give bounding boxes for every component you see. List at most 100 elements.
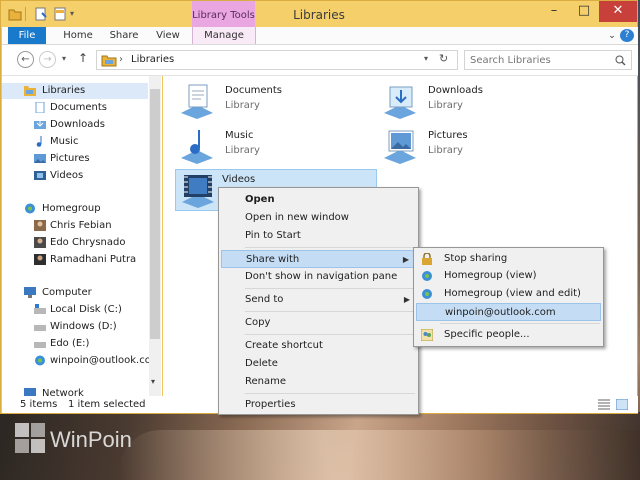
watermark-text: WinPoin bbox=[50, 427, 132, 452]
menu-item-copy[interactable]: Copy bbox=[221, 314, 416, 332]
menu-item-delete[interactable]: Delete bbox=[221, 355, 416, 373]
tab-share[interactable]: Share bbox=[104, 27, 144, 44]
menu-item-rename[interactable]: Rename bbox=[221, 373, 416, 391]
library-type: Library bbox=[225, 145, 260, 156]
menu-item-share-account[interactable]: winpoin@outlook.com bbox=[416, 303, 601, 321]
help-icon[interactable]: ? bbox=[620, 29, 634, 42]
menu-item-open[interactable]: Open bbox=[221, 191, 416, 209]
nav-label: Edo Chrysnado bbox=[50, 237, 126, 248]
expand-ribbon-icon[interactable]: ⌄ bbox=[606, 27, 618, 44]
nav-label: Ramadhani Putra bbox=[50, 254, 137, 265]
menu-item-homegroup-view[interactable]: Homegroup (view) bbox=[416, 267, 601, 285]
menu-separator bbox=[440, 323, 600, 324]
library-downloads[interactable]: Downloads Library bbox=[370, 81, 570, 121]
search-box bbox=[464, 50, 632, 70]
downloads-library-icon bbox=[384, 86, 416, 119]
videos-icon bbox=[34, 171, 46, 180]
menu-label: Send to bbox=[245, 294, 284, 305]
nav-label: Videos bbox=[50, 170, 84, 181]
nav-label: winpoin@outlook.com bbox=[50, 355, 161, 366]
library-name: Videos bbox=[222, 174, 256, 185]
address-bar[interactable]: › Libraries ▾ ↻ bbox=[96, 50, 458, 70]
music-library-icon bbox=[181, 130, 213, 164]
nav-label: Local Disk (C:) bbox=[50, 304, 122, 315]
library-name: Downloads bbox=[428, 85, 483, 96]
menu-item-share-with[interactable]: Share with ▶ bbox=[221, 250, 416, 268]
menu-item-stop-sharing[interactable]: Stop sharing bbox=[416, 250, 601, 268]
homegroup-icon bbox=[422, 271, 432, 281]
documents-icon bbox=[35, 102, 45, 113]
windows-drive-icon bbox=[34, 304, 46, 314]
winpoin-logo-icon bbox=[15, 423, 45, 453]
library-name: Music bbox=[225, 130, 254, 141]
breadcrumb-libraries[interactable]: Libraries bbox=[131, 54, 174, 65]
menu-separator bbox=[245, 334, 415, 335]
pictures-icon bbox=[34, 154, 46, 163]
menu-item-properties[interactable]: Properties bbox=[221, 396, 416, 414]
library-pictures[interactable]: Pictures Library bbox=[370, 126, 570, 166]
breadcrumb-separator: › bbox=[119, 54, 123, 65]
details-view-icon[interactable] bbox=[598, 399, 610, 410]
nav-scrollbar-thumb[interactable] bbox=[150, 89, 160, 339]
people-icon bbox=[421, 329, 433, 341]
close-button[interactable]: ✕ bbox=[599, 1, 637, 22]
search-input[interactable] bbox=[465, 51, 610, 69]
menu-label: Stop sharing bbox=[444, 253, 508, 264]
user-avatar-icon bbox=[34, 220, 46, 231]
menu-separator bbox=[245, 393, 415, 394]
large-icons-view-icon[interactable] bbox=[616, 399, 628, 410]
nav-label: Pictures bbox=[50, 153, 90, 164]
nav-label: Chris Febian bbox=[50, 220, 112, 231]
menu-item-specific-people[interactable]: Specific people... bbox=[416, 326, 601, 344]
refresh-icon[interactable]: ↻ bbox=[439, 52, 448, 65]
search-icon[interactable] bbox=[615, 55, 626, 66]
forward-icon[interactable]: → bbox=[39, 51, 56, 68]
menu-label: Share with bbox=[246, 254, 300, 265]
menu-item-create-shortcut[interactable]: Create shortcut bbox=[221, 337, 416, 355]
network-icon bbox=[24, 388, 36, 396]
wallpaper-highlight bbox=[120, 430, 640, 480]
nav-label: Downloads bbox=[50, 119, 105, 130]
recent-locations-icon[interactable]: ▾ bbox=[62, 54, 66, 63]
menu-item-dont-show[interactable]: Don't show in navigation pane bbox=[221, 268, 416, 286]
navigation-bar: ← → ▾ ↑ › Libraries ▾ ↻ bbox=[2, 45, 638, 76]
address-dropdown-icon[interactable]: ▾ bbox=[424, 54, 428, 63]
menu-item-pin-to-start[interactable]: Pin to Start bbox=[221, 227, 416, 245]
user-avatar-icon bbox=[34, 237, 46, 248]
tab-manage[interactable]: Manage bbox=[192, 27, 256, 44]
drive-icon bbox=[34, 325, 46, 331]
library-music[interactable]: Music Library bbox=[167, 126, 367, 166]
nav-label: Music bbox=[50, 136, 79, 147]
nav-label: Libraries bbox=[42, 85, 86, 96]
nav-label: Documents bbox=[50, 102, 108, 113]
tab-file[interactable]: File bbox=[8, 27, 46, 44]
library-type: Library bbox=[428, 145, 463, 156]
back-icon[interactable]: ← bbox=[17, 51, 34, 68]
library-name: Documents bbox=[225, 85, 283, 96]
lock-icon bbox=[422, 253, 432, 265]
title-bar: ▾ Library Tools Libraries – □ ✕ bbox=[1, 1, 637, 29]
share-with-submenu: Stop sharing Homegroup (view) Homegroup … bbox=[413, 247, 604, 347]
libraries-icon bbox=[24, 86, 36, 96]
library-documents[interactable]: Documents Library bbox=[167, 81, 367, 121]
nav-label: Edo (E:) bbox=[50, 338, 90, 349]
context-menu: Open Open in new window Pin to Start Sha… bbox=[218, 187, 419, 415]
user-avatar-icon bbox=[34, 254, 46, 265]
submenu-arrow-icon: ▶ bbox=[402, 255, 409, 264]
menu-label: Homegroup (view) bbox=[444, 270, 537, 281]
menu-item-homegroup-view-edit[interactable]: Homegroup (view and edit) bbox=[416, 285, 601, 303]
tab-home[interactable]: Home bbox=[58, 27, 98, 44]
menu-separator bbox=[245, 247, 415, 248]
libraries-icon bbox=[101, 55, 117, 67]
maximize-button[interactable]: □ bbox=[569, 1, 599, 22]
scroll-down-icon[interactable]: ▾ bbox=[151, 377, 155, 386]
up-icon[interactable]: ↑ bbox=[78, 51, 88, 65]
videos-library-icon bbox=[182, 175, 214, 208]
menu-item-send-to[interactable]: Send to ▶ bbox=[221, 291, 416, 309]
drive-icon bbox=[34, 342, 46, 348]
tab-view[interactable]: View bbox=[150, 27, 186, 44]
minimize-button[interactable]: – bbox=[539, 1, 569, 22]
menu-item-open-new-window[interactable]: Open in new window bbox=[221, 209, 416, 227]
nav-item-libraries[interactable]: Libraries bbox=[2, 83, 148, 99]
documents-library-icon bbox=[181, 84, 213, 119]
